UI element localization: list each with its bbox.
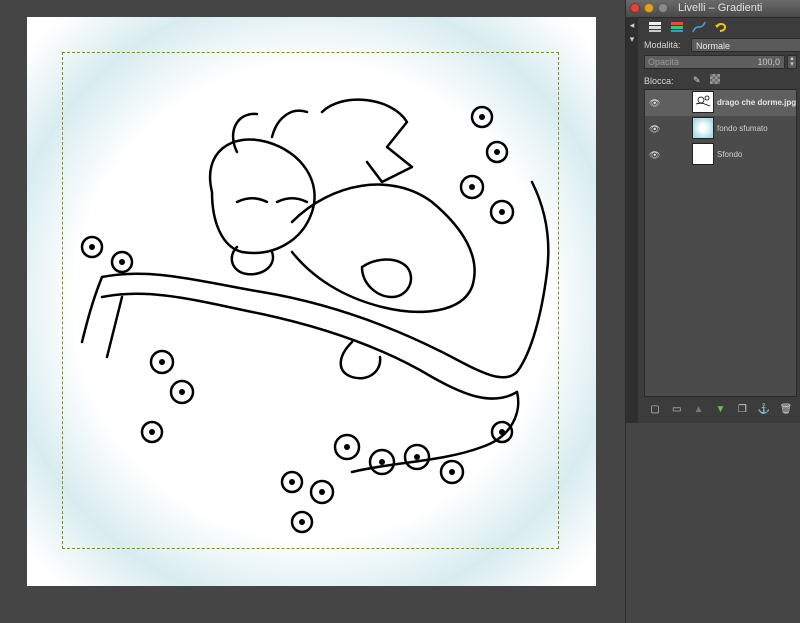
new-group-icon[interactable]: ▭ (670, 402, 684, 416)
anchor-layer-icon[interactable]: ⚓ (757, 402, 771, 416)
duplicate-layer-icon[interactable]: ❐ (735, 402, 749, 416)
layer-actions: ▢ ▭ ▲ ▼ ❐ ⚓ 🗑 (644, 400, 797, 418)
layer-name: Sfondo (717, 150, 743, 159)
lock-alpha-icon[interactable] (710, 74, 720, 84)
lock-label: Blocca: (644, 76, 674, 86)
layer-row[interactable]: 👁 fondo sfumato (645, 116, 796, 142)
opacity-value: 100,0 (757, 57, 780, 67)
layer-thumbnail (692, 117, 714, 139)
configure-tab-icon[interactable]: ◂ (627, 19, 637, 31)
layer-row[interactable]: 👁 Sfondo (645, 142, 796, 168)
window-title: Livelli – Gradienti (678, 2, 763, 14)
opacity-stepper[interactable]: ▴ ▾ (787, 55, 797, 69)
layer-row[interactable]: 👁 drago che dorme.jpg (645, 90, 796, 116)
delete-layer-icon[interactable]: 🗑 (779, 402, 793, 416)
dragon-lineart (80, 98, 550, 534)
layers-dock: Livelli – Gradienti ◂ ▾ Modalità: Normal… (625, 0, 800, 623)
layer-thumbnail (692, 143, 714, 165)
dock-titlebar: Livelli – Gradienti (626, 0, 800, 18)
dock-tabs (640, 17, 800, 37)
dock-empty-area (626, 423, 800, 623)
dock-sidebar: ◂ ▾ (626, 17, 638, 423)
mode-select[interactable]: Normale ▾ (691, 38, 800, 52)
lock-pixels-icon[interactable]: ✎ (693, 75, 701, 86)
layers-icon[interactable] (646, 19, 664, 35)
new-layer-icon[interactable]: ▢ (648, 402, 662, 416)
raise-layer-icon[interactable]: ▲ (692, 402, 706, 416)
layer-name: fondo sfumato (717, 124, 768, 133)
visibility-eye-icon[interactable]: 👁 (649, 98, 660, 109)
channels-icon[interactable] (668, 19, 686, 35)
mode-value: Normale (696, 41, 731, 51)
image-workspace[interactable] (0, 0, 625, 623)
visibility-eye-icon[interactable]: 👁 (649, 124, 660, 135)
opacity-slider[interactable]: Opacità 100,0 (644, 55, 785, 69)
paths-icon[interactable] (690, 19, 708, 35)
lower-layer-icon[interactable]: ▼ (713, 402, 727, 416)
mode-label: Modalità: (644, 40, 681, 50)
image-menu-icon[interactable]: ▾ (627, 33, 637, 45)
visibility-eye-icon[interactable]: 👁 (649, 150, 660, 161)
layers-list: 👁 drago che dorme.jpg 👁 fondo sfumato 👁 … (644, 89, 797, 397)
zoom-icon[interactable] (658, 3, 668, 13)
undo-history-icon[interactable] (712, 19, 730, 35)
layer-thumbnail (692, 91, 714, 113)
opacity-label: Opacità (648, 57, 680, 67)
minimize-icon[interactable] (644, 3, 654, 13)
close-icon[interactable] (630, 3, 640, 13)
layer-name: drago che dorme.jpg (717, 98, 797, 107)
